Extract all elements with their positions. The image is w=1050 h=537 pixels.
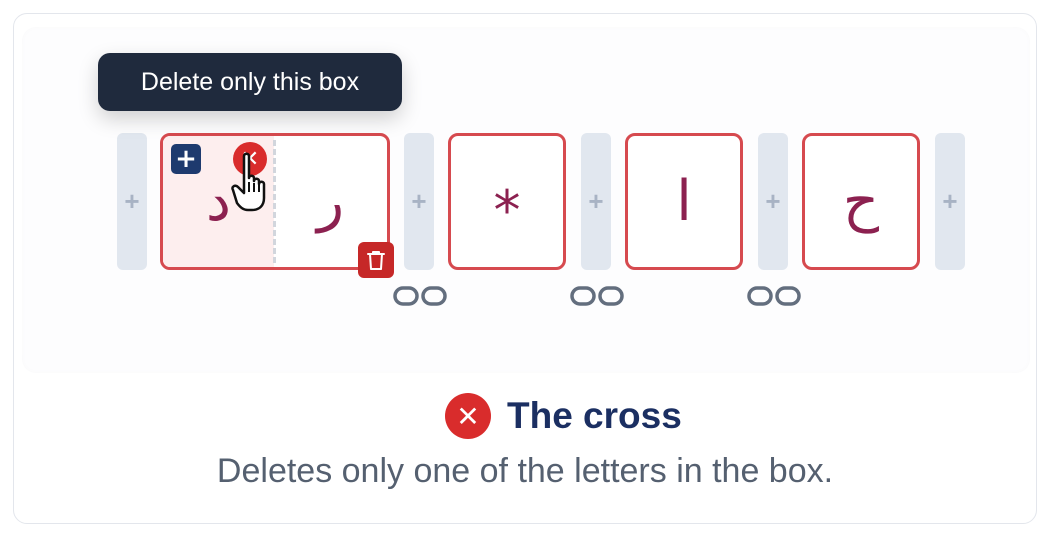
close-icon: ✕ xyxy=(445,393,491,439)
tooltip: Delete only this box xyxy=(98,53,402,111)
letter-box-4[interactable]: ح xyxy=(802,133,920,270)
link-icon[interactable] xyxy=(392,285,448,307)
letter: ا xyxy=(676,169,692,234)
legend-title-row: ✕ The cross xyxy=(445,393,682,439)
letter: د xyxy=(206,169,231,234)
insert-slot-3[interactable]: + xyxy=(581,133,611,270)
letter-box-3[interactable]: ا xyxy=(625,133,743,270)
add-letter-button[interactable]: + xyxy=(171,144,201,174)
link-icon[interactable] xyxy=(569,285,625,307)
plus-icon: + xyxy=(124,186,140,216)
plus-icon: + xyxy=(942,186,958,216)
trash-icon xyxy=(367,251,385,270)
legend-title: The cross xyxy=(507,395,682,436)
link-icon[interactable] xyxy=(746,285,802,307)
tooltip-text: Delete only this box xyxy=(140,67,360,96)
letter: ر xyxy=(316,169,345,234)
letter-box-2[interactable]: * xyxy=(448,133,566,270)
hand-pointer-icon xyxy=(231,152,266,212)
insert-slot-2[interactable]: + xyxy=(404,133,434,270)
letter: ح xyxy=(842,169,880,234)
delete-box-button[interactable] xyxy=(358,242,394,278)
plus-icon: + xyxy=(175,144,197,174)
insert-slot-5[interactable]: + xyxy=(935,133,965,270)
insert-slot-4[interactable]: + xyxy=(758,133,788,270)
letter: * xyxy=(493,179,521,242)
plus-icon: + xyxy=(765,186,781,216)
plus-icon: + xyxy=(411,186,427,216)
legend-description: Deletes only one of the letters in the b… xyxy=(216,452,834,490)
plus-icon: + xyxy=(588,186,604,216)
insert-slot-1[interactable]: + xyxy=(117,133,147,270)
